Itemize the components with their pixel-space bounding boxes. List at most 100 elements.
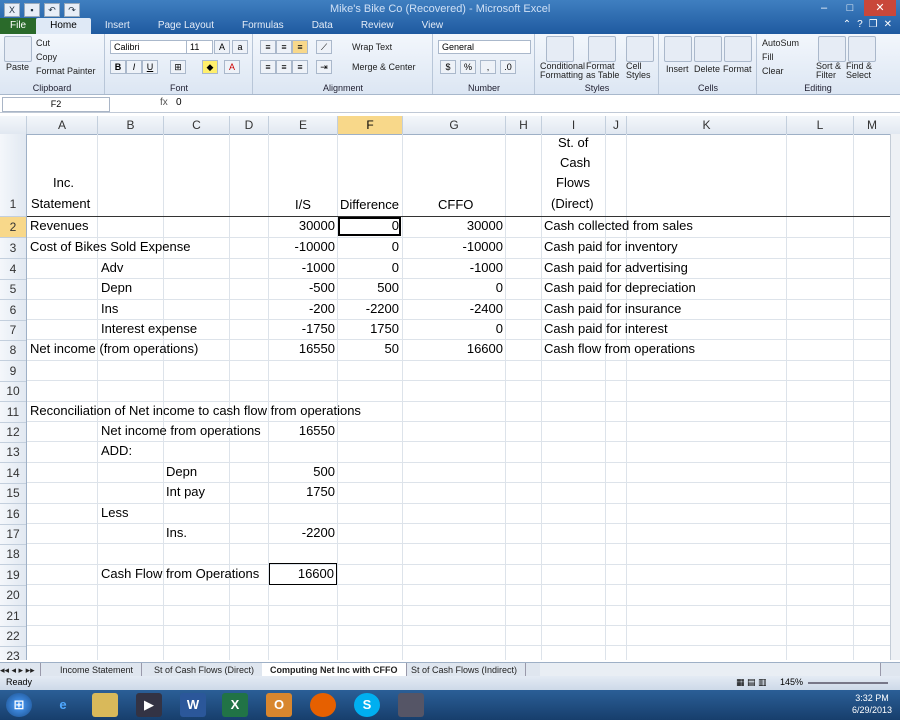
align-middle-icon[interactable]: ≡ bbox=[276, 40, 292, 54]
format-button[interactable]: Format bbox=[723, 64, 752, 74]
row-header[interactable]: 11 bbox=[0, 402, 26, 423]
column-header-c[interactable]: C bbox=[164, 116, 230, 134]
column-header-b[interactable]: B bbox=[98, 116, 164, 134]
save-icon[interactable]: ▪ bbox=[24, 3, 40, 17]
tab-review[interactable]: Review bbox=[347, 18, 408, 34]
sheet-tab-cash-indirect[interactable]: St of Cash Flows (Indirect) bbox=[403, 663, 527, 677]
merge-center-button[interactable]: Merge & Center bbox=[352, 62, 416, 72]
insert-cells-icon[interactable] bbox=[664, 36, 692, 62]
sort-filter-icon[interactable] bbox=[818, 36, 846, 62]
firefox-icon[interactable] bbox=[310, 693, 336, 717]
internet-explorer-icon[interactable]: e bbox=[50, 693, 76, 717]
autosum-button[interactable]: AutoSum bbox=[762, 38, 799, 48]
align-bottom-icon[interactable]: ≡ bbox=[292, 40, 308, 54]
font-size-select[interactable]: 11 bbox=[186, 40, 213, 54]
fill-color-icon[interactable]: ◆ bbox=[202, 60, 218, 74]
align-center-icon[interactable]: ≡ bbox=[276, 60, 292, 74]
row-header[interactable]: 17 bbox=[0, 524, 26, 545]
copy-button[interactable]: Copy bbox=[36, 52, 57, 62]
sort-filter-button[interactable]: Sort & Filter bbox=[816, 62, 844, 80]
row-header[interactable]: 4 bbox=[0, 259, 26, 280]
row-header[interactable]: 15 bbox=[0, 483, 26, 504]
minimize-icon[interactable]: – bbox=[812, 0, 836, 16]
delete-button[interactable]: Delete bbox=[694, 64, 720, 74]
restore-icon[interactable]: ❐ bbox=[869, 19, 878, 30]
excel-icon[interactable]: X bbox=[222, 693, 248, 717]
cut-button[interactable]: Cut bbox=[36, 38, 50, 48]
row-header[interactable]: 16 bbox=[0, 504, 26, 525]
zoom-level[interactable]: 145% bbox=[780, 677, 803, 687]
maximize-icon[interactable]: □ bbox=[838, 0, 862, 16]
app-icon[interactable] bbox=[398, 693, 424, 717]
view-buttons[interactable]: ▦ ▤ ▥ bbox=[736, 677, 767, 688]
skype-icon[interactable]: S bbox=[354, 693, 380, 717]
tab-data[interactable]: Data bbox=[298, 18, 347, 34]
row-header[interactable]: 5 bbox=[0, 279, 26, 300]
system-clock[interactable]: 3:32 PM 6/29/2013 bbox=[852, 692, 892, 716]
row-header[interactable]: 22 bbox=[0, 626, 26, 647]
bold-icon[interactable]: B bbox=[110, 60, 126, 74]
row-header[interactable]: 9 bbox=[0, 361, 26, 382]
sheet-tab-computing[interactable]: Computing Net Inc with CFFO bbox=[262, 663, 407, 677]
redo-icon[interactable]: ↷ bbox=[64, 3, 80, 17]
worksheet-grid[interactable]: Inc. Statement I/S Difference CFFO St. o… bbox=[27, 134, 890, 660]
fill-button[interactable]: Fill bbox=[762, 52, 774, 62]
tab-insert[interactable]: Insert bbox=[91, 18, 144, 34]
row-header[interactable]: 19 bbox=[0, 565, 26, 586]
format-table-icon[interactable] bbox=[588, 36, 616, 62]
align-top-icon[interactable]: ≡ bbox=[260, 40, 276, 54]
format-painter-button[interactable]: Format Painter bbox=[36, 66, 96, 76]
italic-icon[interactable]: I bbox=[126, 60, 142, 74]
tab-page-layout[interactable]: Page Layout bbox=[144, 18, 228, 34]
row-header[interactable]: 21 bbox=[0, 606, 26, 627]
sheet-nav-icon[interactable]: ◂◂ ◂ ▸ ▸▸ bbox=[0, 663, 41, 677]
conditional-formatting-icon[interactable] bbox=[546, 36, 574, 62]
row-header[interactable]: 23 bbox=[0, 646, 26, 663]
row-header[interactable]: 6 bbox=[0, 300, 26, 321]
find-select-icon[interactable] bbox=[848, 36, 876, 62]
close-workbook-icon[interactable]: ✕ bbox=[884, 19, 892, 30]
row-header[interactable]: 10 bbox=[0, 381, 26, 402]
horizontal-scrollbar[interactable] bbox=[540, 663, 881, 677]
grow-font-icon[interactable]: A bbox=[214, 40, 230, 54]
indent-icon[interactable]: ⇥ bbox=[316, 60, 332, 74]
column-header-d[interactable]: D bbox=[230, 116, 269, 134]
column-header-g[interactable]: G bbox=[403, 116, 506, 134]
column-header-j[interactable]: J bbox=[606, 116, 627, 134]
row-header[interactable]: 18 bbox=[0, 544, 26, 565]
tab-file[interactable]: File bbox=[0, 18, 37, 34]
outlook-icon[interactable]: O bbox=[266, 693, 292, 717]
find-select-button[interactable]: Find & Select bbox=[846, 62, 876, 80]
close-icon[interactable]: ✕ bbox=[864, 0, 896, 16]
sheet-tab-cash-direct[interactable]: St of Cash Flows (Direct) bbox=[146, 663, 264, 677]
conditional-formatting-button[interactable]: Conditional Formatting bbox=[540, 62, 585, 80]
help-icon[interactable]: ? bbox=[857, 19, 863, 30]
zoom-slider[interactable] bbox=[808, 682, 888, 684]
font-name-select[interactable]: Calibri bbox=[110, 40, 187, 54]
column-header-l[interactable]: L bbox=[787, 116, 854, 134]
row-header[interactable]: 14 bbox=[0, 463, 26, 484]
font-color-icon[interactable]: A bbox=[224, 60, 240, 74]
column-header-h[interactable]: H bbox=[506, 116, 542, 134]
column-header-f[interactable]: F bbox=[338, 116, 403, 134]
paste-button[interactable]: Paste bbox=[6, 62, 29, 72]
word-icon[interactable]: W bbox=[180, 693, 206, 717]
orientation-icon[interactable]: ⟋ bbox=[316, 40, 332, 54]
ribbon-minimize-icon[interactable]: ⌃ bbox=[843, 19, 851, 30]
underline-icon[interactable]: U bbox=[142, 60, 158, 74]
select-all-corner[interactable] bbox=[0, 116, 27, 134]
row-header[interactable]: 7 bbox=[0, 320, 26, 341]
formula-input[interactable]: 0 bbox=[176, 97, 182, 108]
column-header-i[interactable]: I bbox=[542, 116, 606, 134]
shrink-font-icon[interactable]: a bbox=[232, 40, 248, 54]
borders-icon[interactable]: ⊞ bbox=[170, 60, 186, 74]
row-header[interactable]: 12 bbox=[0, 422, 26, 443]
currency-icon[interactable]: $ bbox=[440, 60, 456, 74]
row-header[interactable]: 3 bbox=[0, 238, 26, 259]
row-header[interactable]: 20 bbox=[0, 585, 26, 606]
percent-icon[interactable]: % bbox=[460, 60, 476, 74]
row-header[interactable]: 2 bbox=[0, 217, 26, 238]
tab-home[interactable]: Home bbox=[36, 18, 91, 34]
wrap-text-button[interactable]: Wrap Text bbox=[352, 42, 392, 52]
cell-styles-icon[interactable] bbox=[626, 36, 654, 62]
